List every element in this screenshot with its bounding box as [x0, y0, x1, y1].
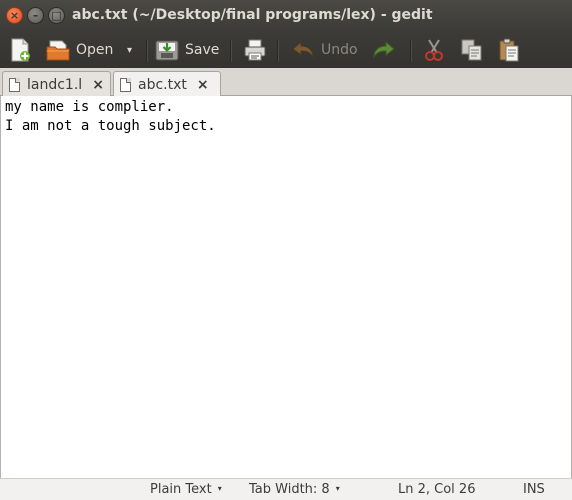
print-button[interactable] [244, 32, 266, 68]
tab-bar: landc1.l × abc.txt × [0, 68, 572, 97]
copy-button[interactable] [461, 32, 483, 68]
window-title: abc.txt (~/Desktop/final programs/lex) -… [72, 7, 433, 23]
editor-line: I am not a tough subject. [5, 118, 216, 134]
open-folder-icon [46, 40, 70, 61]
editor-line: my name is complier. [5, 99, 174, 115]
toolbar-separator [277, 40, 279, 62]
cut-button[interactable] [424, 32, 444, 68]
text-editor[interactable]: my name is complier. I am not a tough su… [0, 96, 572, 478]
title-bar: × – □ abc.txt (~/Desktop/final programs/… [0, 0, 572, 32]
window-buttons: × – □ [6, 7, 65, 24]
cut-icon [425, 39, 443, 61]
maximize-window-button[interactable]: □ [48, 7, 65, 24]
language-selector[interactable]: Plain Text ▾ [150, 482, 222, 497]
tab-close-button[interactable]: × [197, 77, 209, 93]
chevron-down-icon: ▾ [335, 484, 340, 493]
new-document-button[interactable] [9, 32, 31, 68]
undo-button[interactable]: Undo [291, 32, 358, 68]
toolbar: Open ▾ Save Undo [0, 32, 572, 68]
recent-files-dropdown[interactable]: ▾ [127, 32, 132, 68]
paste-button[interactable] [498, 32, 520, 68]
save-icon [155, 40, 179, 61]
undo-icon [292, 40, 314, 59]
redo-button[interactable] [372, 32, 396, 68]
tab-abc[interactable]: abc.txt × [113, 71, 221, 97]
tab-label: abc.txt [138, 76, 187, 93]
save-button[interactable]: Save [155, 32, 219, 68]
chevron-down-icon: ▾ [217, 484, 222, 493]
toolbar-separator [146, 40, 148, 62]
close-window-button[interactable]: × [6, 7, 23, 24]
redo-icon [373, 40, 395, 59]
tab-label: landc1.l [27, 76, 83, 93]
status-bar: Plain Text ▾ Tab Width: 8 ▾ Ln 2, Col 26 I… [0, 478, 572, 500]
print-icon [244, 39, 266, 61]
undo-button-label: Undo [321, 42, 358, 58]
open-button[interactable]: Open [46, 32, 113, 68]
minimize-window-button[interactable]: – [27, 7, 44, 24]
copy-icon [461, 39, 482, 61]
cursor-position: Ln 2, Col 26 [398, 482, 476, 497]
paste-icon [499, 38, 519, 62]
insert-mode: INS [523, 482, 545, 497]
tab-width-selector[interactable]: Tab Width: 8 ▾ [249, 482, 340, 497]
save-button-label: Save [185, 42, 220, 58]
toolbar-separator [410, 40, 412, 62]
toolbar-separator [230, 40, 232, 62]
language-label: Plain Text [150, 482, 212, 497]
file-icon [9, 77, 20, 92]
chevron-down-icon: ▾ [127, 44, 133, 56]
tab-close-button[interactable]: × [92, 77, 104, 93]
tab-width-label: Tab Width: 8 [249, 482, 330, 497]
tab-landc1[interactable]: landc1.l × [2, 71, 111, 97]
new-document-icon [11, 38, 30, 62]
open-button-label: Open [76, 42, 114, 58]
file-icon [120, 77, 131, 92]
